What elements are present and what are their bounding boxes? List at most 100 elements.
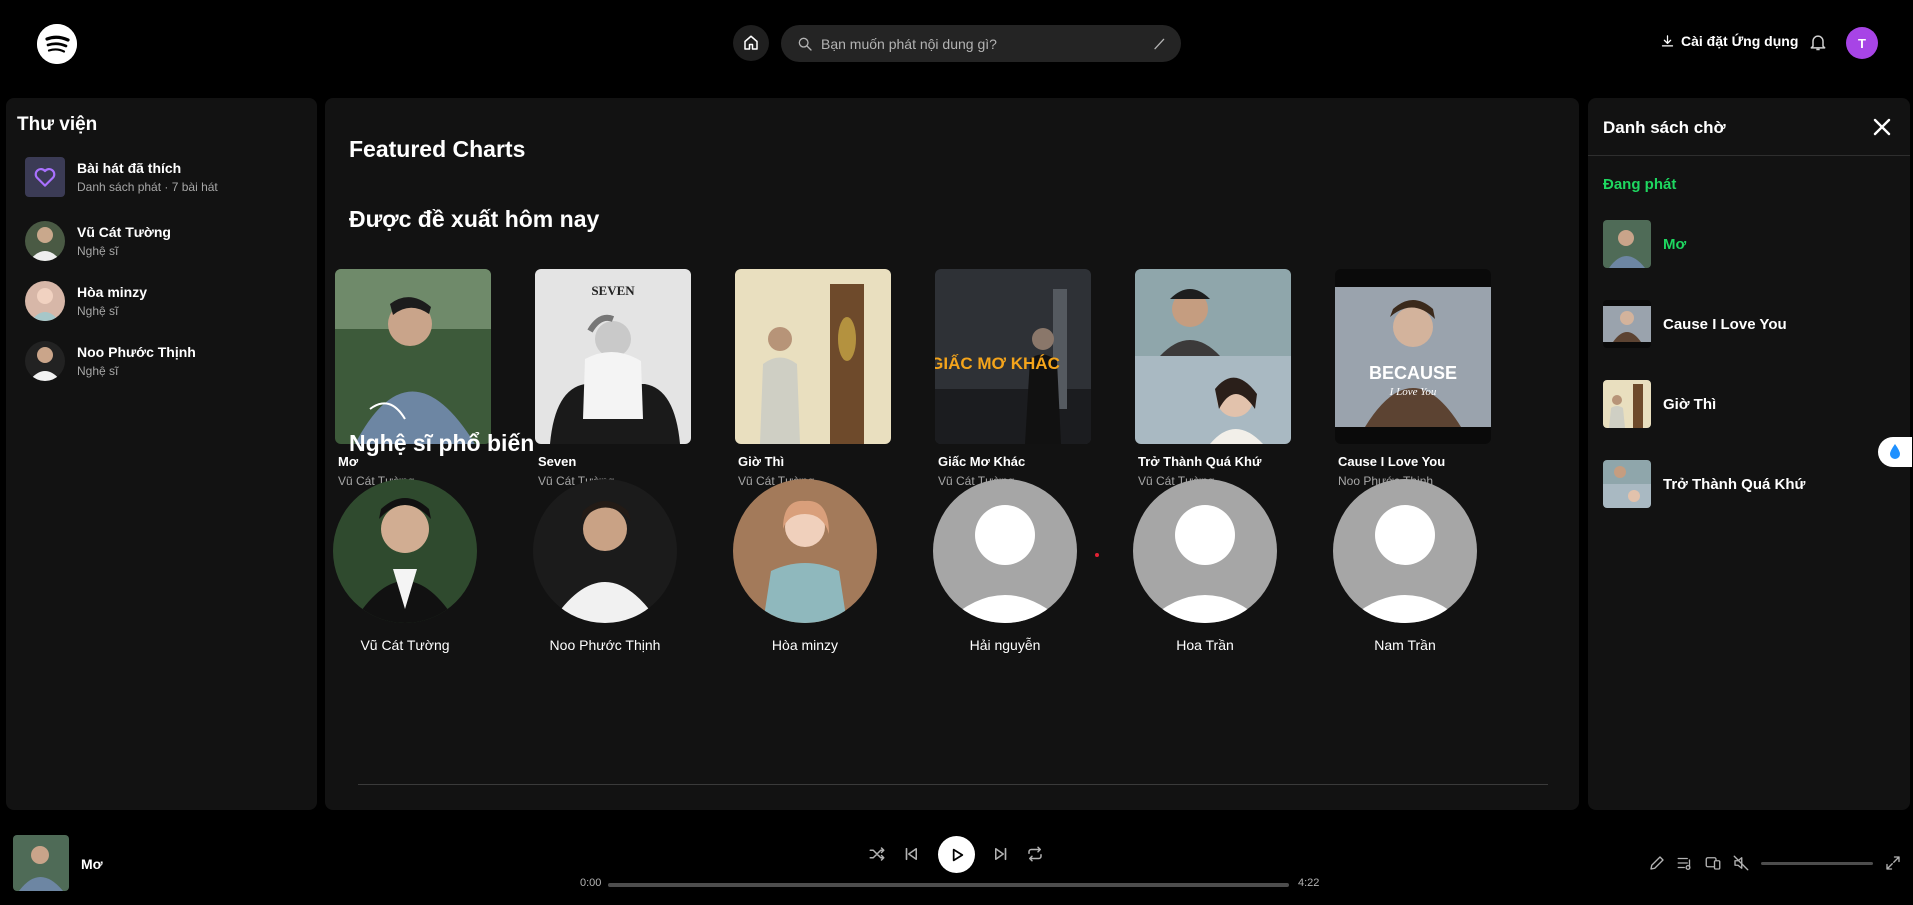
artist-name: Hòa minzy [771, 637, 839, 653]
player-bar: Mơ 0:00 4:22 [0, 820, 1913, 905]
queue-title: Danh sách chờ [1603, 118, 1726, 137]
cover-text: SEVEN [591, 283, 635, 298]
repeat-icon[interactable] [1024, 843, 1046, 865]
play-button[interactable] [938, 836, 975, 873]
notification-bell-icon[interactable] [1808, 32, 1828, 57]
default-avatar-icon [933, 479, 1077, 623]
section-divider [358, 784, 1548, 785]
song-cover [335, 269, 491, 444]
artist-photo [733, 479, 877, 623]
library-item-name: Bài hát đã thích [77, 160, 182, 176]
queue-item-name: Mơ [1663, 235, 1687, 253]
library-item-artist[interactable]: Noo Phước Thịnh Nghệ sĩ [25, 337, 305, 385]
library-item-name: Vũ Cát Tường [77, 224, 171, 240]
next-icon[interactable] [990, 843, 1012, 865]
home-icon [744, 35, 758, 50]
playback-controls [866, 835, 1046, 873]
song-card[interactable]: BECAUSE I Love You Cause I Love You Noo … [1325, 269, 1491, 488]
home-button[interactable] [733, 25, 769, 61]
artist-card[interactable]: Vũ Cát Tường [325, 479, 505, 653]
default-avatar-icon [1133, 479, 1277, 623]
song-card[interactable]: SEVEN Seven Vũ Cát Tường [525, 269, 691, 488]
song-cover [735, 269, 891, 444]
default-avatar-icon [1333, 479, 1477, 623]
artist-card[interactable]: Hải nguyễn [905, 479, 1105, 653]
fullscreen-icon[interactable] [1884, 854, 1902, 872]
queue-divider [1588, 155, 1910, 156]
cover-text: BECAUSE [1369, 363, 1457, 383]
mute-icon[interactable] [1732, 854, 1750, 872]
song-title: Seven [538, 454, 577, 469]
queue-item-name: Trở Thành Quá Khứ [1663, 475, 1806, 493]
artist-avatar [25, 221, 65, 261]
song-card[interactable]: Giờ Thì Vũ Cát Tường [725, 269, 891, 488]
recommended-title: Được đề xuất hôm nay [349, 206, 600, 232]
queue-thumbnail [1603, 220, 1651, 268]
artist-card[interactable]: Hoa Trần [1105, 479, 1305, 653]
queue-item-name: Cause I Love You [1663, 315, 1787, 333]
library-item-subtitle: Danh sách phát · 7 bài hát [77, 180, 218, 194]
connect-device-icon[interactable] [1704, 854, 1722, 872]
queue-item[interactable]: Giờ Thì [1603, 380, 1893, 428]
liked-songs-thumbnail [25, 157, 65, 197]
cover-text: I Love You [1389, 386, 1437, 398]
queue-thumbnail [1603, 460, 1651, 508]
library-item-artist[interactable]: Hòa minzy Nghệ sĩ [25, 277, 305, 325]
artist-card[interactable]: Nam Trần [1305, 479, 1505, 653]
artist-name: Hải nguyễn [969, 637, 1041, 653]
artist-card[interactable]: Hòa minzy [705, 479, 905, 653]
artist-name: Vũ Cát Tường [360, 637, 450, 653]
elapsed-time: 0:00 [580, 877, 602, 889]
artist-photo [333, 479, 477, 623]
search-bar[interactable] [781, 25, 1181, 62]
library-item-liked-songs[interactable]: Bài hát đã thích Danh sách phát · 7 bài … [25, 153, 305, 201]
library-sidebar: Thư viện Bài hát đã thích Danh sách phát… [6, 98, 317, 810]
now-playing-title[interactable]: Mơ [81, 856, 103, 872]
extension-drop-icon[interactable] [1878, 437, 1912, 467]
edit-icon[interactable] [1648, 854, 1666, 872]
song-title: Giờ Thì [738, 454, 785, 469]
browse-icon[interactable] [1151, 36, 1167, 52]
song-cover [1135, 269, 1291, 444]
play-icon [952, 848, 963, 861]
queue-item[interactable]: Mơ [1603, 220, 1893, 268]
close-icon[interactable] [1873, 118, 1891, 141]
artist-name: Noo Phước Thịnh [549, 637, 661, 653]
progress-bar[interactable] [608, 883, 1289, 887]
artist-avatar [25, 341, 65, 381]
queue-thumbnail [1603, 300, 1651, 348]
main-content: Featured Charts Được đề xuất hôm nay Mơ … [325, 98, 1579, 810]
library-item-name: Noo Phước Thịnh [77, 344, 196, 360]
library-item-name: Hòa minzy [77, 284, 148, 300]
spotify-logo-icon[interactable] [37, 24, 77, 64]
queue-item[interactable]: Cause I Love You [1603, 300, 1893, 348]
artist-card[interactable]: Noo Phước Thịnh [505, 479, 705, 653]
queue-icon[interactable] [1676, 854, 1694, 872]
song-title: Giấc Mơ Khác [938, 454, 1026, 469]
song-card[interactable]: Trở Thành Quá Khứ Vũ Cát Tường [1125, 269, 1291, 488]
artist-name: Nam Trần [1374, 637, 1436, 653]
previous-icon[interactable] [900, 843, 922, 865]
queue-item[interactable]: Trở Thành Quá Khứ [1603, 460, 1893, 508]
library-item-subtitle: Nghệ sĩ [77, 304, 119, 318]
search-icon [798, 37, 812, 51]
song-card[interactable]: GIẤC MƠ KHÁC Giấc Mơ Khác Vũ Cát Tường [925, 269, 1091, 488]
queue-thumbnail [1603, 380, 1651, 428]
song-cover: GIẤC MƠ KHÁC [935, 269, 1091, 444]
search-input[interactable] [821, 35, 1151, 52]
library-item-subtitle: Nghệ sĩ [77, 364, 119, 378]
cover-text: GIẤC MƠ KHÁC [935, 354, 1060, 373]
top-bar: Cài đặt Ứng dụng T [0, 0, 1913, 88]
library-item-artist[interactable]: Vũ Cát Tường Nghệ sĩ [25, 217, 305, 265]
library-title: Thư viện [17, 114, 98, 135]
install-app-button[interactable]: Cài đặt Ứng dụng [1660, 33, 1798, 49]
featured-charts-title: Featured Charts [349, 136, 526, 162]
song-title: Trở Thành Quá Khứ [1138, 454, 1262, 469]
download-icon [1661, 34, 1674, 46]
volume-slider[interactable] [1761, 862, 1873, 865]
shuffle-icon[interactable] [866, 843, 888, 865]
popular-artists-title: Nghệ sĩ phổ biến [349, 430, 535, 456]
now-playing-thumbnail[interactable] [13, 835, 69, 891]
artist-photo [533, 479, 677, 623]
user-avatar[interactable]: T [1846, 27, 1878, 59]
